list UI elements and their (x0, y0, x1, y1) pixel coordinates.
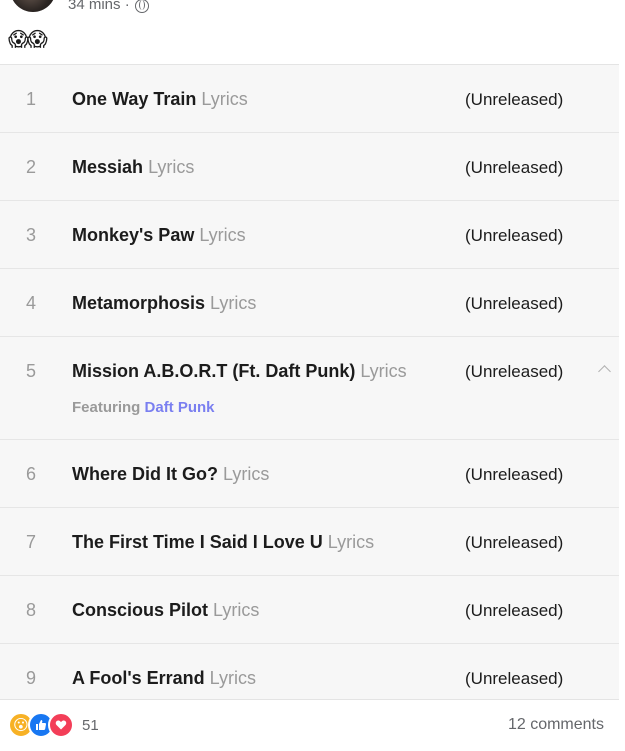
track-title[interactable]: The First Time I Said I Love U Lyrics (72, 532, 374, 553)
lyrics-label: Lyrics (199, 225, 246, 245)
track-row[interactable]: 7 The First Time I Said I Love U Lyrics … (0, 508, 619, 576)
lyrics-label: Lyrics (327, 532, 375, 552)
track-status: (Unreleased) (465, 362, 564, 381)
track-row[interactable]: 8 Conscious Pilot Lyrics (Unreleased) (0, 576, 619, 644)
lyrics-label: Lyrics (209, 668, 256, 688)
lyrics-label: Lyrics (360, 361, 407, 381)
tracklist: 1 One Way Train Lyrics (Unreleased) 2 Me… (0, 64, 619, 712)
track-status: (Unreleased) (465, 158, 564, 177)
track-row[interactable]: 2 Messiah Lyrics (Unreleased) (0, 133, 619, 201)
track-status: (Unreleased) (465, 294, 564, 313)
track-status: (Unreleased) (465, 669, 564, 688)
track-number: 1 (26, 89, 37, 109)
track-status: (Unreleased) (465, 226, 564, 245)
lyrics-label: Lyrics (223, 464, 270, 484)
track-title[interactable]: Monkey's Paw Lyrics (72, 225, 246, 246)
post-header: 34 mins · 😱😱 (0, 0, 619, 64)
avatar[interactable] (10, 0, 56, 12)
love-reaction-icon (48, 712, 74, 738)
chevron-up-icon[interactable] (598, 365, 611, 378)
track-status: (Unreleased) (465, 601, 564, 620)
track-number: 9 (26, 668, 37, 688)
track-status: (Unreleased) (465, 533, 564, 552)
track-title[interactable]: Conscious Pilot Lyrics (72, 600, 259, 621)
post-text: 😱😱 (8, 29, 48, 51)
comments-link[interactable]: 12 comments (508, 716, 604, 734)
track-title[interactable]: Messiah Lyrics (72, 157, 194, 178)
track-number: 2 (26, 157, 37, 177)
track-number: 7 (26, 532, 37, 552)
track-title[interactable]: Mission A.B.O.R.T (Ft. Daft Punk) Lyrics (72, 361, 407, 382)
globe-icon (134, 0, 149, 13)
track-row[interactable]: 1 One Way Train Lyrics (Unreleased) (0, 65, 619, 133)
track-title[interactable]: A Fool's Errand Lyrics (72, 668, 256, 689)
track-number: 3 (26, 225, 37, 245)
featured-artist-link[interactable]: Daft Punk (145, 399, 215, 416)
track-title[interactable]: Metamorphosis Lyrics (72, 293, 256, 314)
track-status: (Unreleased) (465, 465, 564, 484)
lyrics-label: Lyrics (213, 600, 260, 620)
lyrics-label: Lyrics (210, 293, 257, 313)
track-number: 5 (26, 361, 37, 381)
track-row[interactable]: 4 Metamorphosis Lyrics (Unreleased) (0, 269, 619, 337)
track-title[interactable]: Where Did It Go? Lyrics (72, 464, 269, 485)
lyrics-label: Lyrics (201, 89, 248, 109)
track-title[interactable]: One Way Train Lyrics (72, 89, 248, 110)
reaction-summary[interactable]: 😮 51 (8, 712, 99, 738)
track-number: 8 (26, 600, 37, 620)
post-meta: 34 mins · (68, 0, 149, 13)
track-row[interactable]: 6 Where Did It Go? Lyrics (Unreleased) (0, 440, 619, 508)
track-row[interactable]: 3 Monkey's Paw Lyrics (Unreleased) (0, 201, 619, 269)
post-footer: 😮 51 12 comments (0, 699, 619, 751)
track-status: (Unreleased) (465, 90, 564, 109)
track-number: 6 (26, 464, 37, 484)
track-row-expanded[interactable]: 5 Mission A.B.O.R.T (Ft. Daft Punk) Lyri… (0, 337, 619, 440)
track-number: 4 (26, 293, 37, 313)
lyrics-label: Lyrics (148, 157, 195, 177)
reaction-count: 51 (82, 716, 99, 734)
featuring-line: Featuring Daft Punk (72, 399, 215, 416)
post-time[interactable]: 34 mins · (68, 0, 130, 13)
